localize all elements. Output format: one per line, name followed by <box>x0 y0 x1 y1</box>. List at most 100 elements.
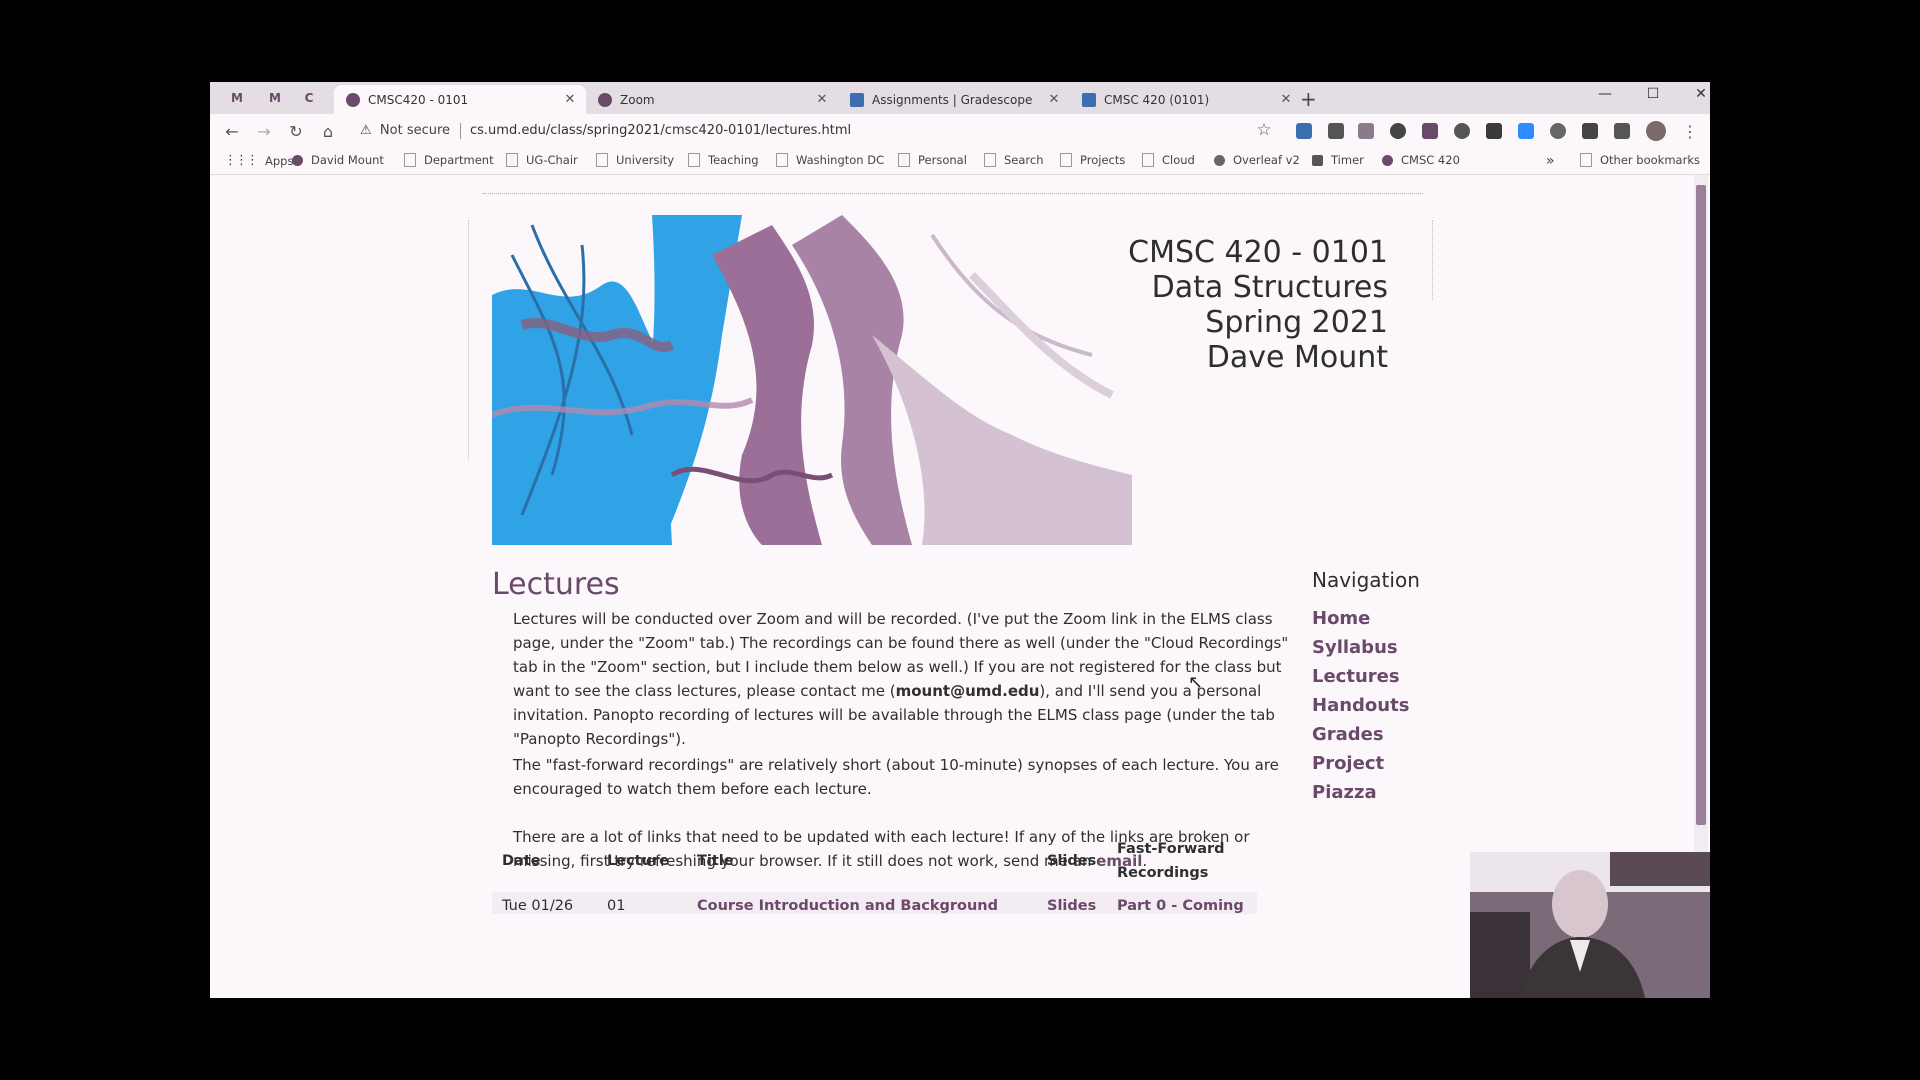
extension-icon[interactable] <box>1550 123 1566 139</box>
reload-icon[interactable]: ↻ <box>286 122 306 141</box>
bookmark-label: Department <box>424 153 494 167</box>
tab-strip: M M C CMSC420 - 0101 ✕ Zoom ✕ Assignment… <box>210 82 1710 114</box>
tab-piazza[interactable]: CMSC 420 (0101) ✕ <box>1070 85 1302 114</box>
menu-kebab-icon[interactable]: ⋮ <box>1680 122 1700 141</box>
email-address: mount@umd.edu <box>895 682 1040 700</box>
bookmark-label: University <box>616 153 675 167</box>
bookmark-ug-chair[interactable]: UG-Chair <box>506 153 578 167</box>
course-code: CMSC 420 - 0101 <box>1128 235 1388 270</box>
overleaf-icon <box>1214 154 1225 166</box>
bookmark-folder-icon <box>404 153 416 167</box>
security-label: Not secure <box>379 123 451 138</box>
back-icon[interactable]: ← <box>222 122 242 141</box>
zoom-extension-icon[interactable] <box>1518 123 1534 139</box>
nav-link-home[interactable]: Home <box>1312 608 1370 629</box>
bookmark-label: Personal <box>918 153 967 167</box>
extension-icon[interactable] <box>1582 123 1598 139</box>
tab-zoom[interactable]: Zoom ✕ <box>586 85 838 114</box>
close-window-icon[interactable]: ✕ <box>1686 86 1710 102</box>
forward-icon[interactable]: → <box>254 122 274 141</box>
close-tab-icon[interactable]: ✕ <box>814 92 830 107</box>
extension-icon[interactable] <box>1486 123 1502 139</box>
bookmark-folder-icon <box>688 153 700 167</box>
extension-icon[interactable] <box>1422 123 1438 139</box>
lecture-title-link[interactable]: Course Introduction and Background <box>687 892 1037 914</box>
apps-grid-icon: ⋮⋮⋮ <box>224 153 259 168</box>
bookmark-washington-dc[interactable]: Washington DC <box>776 153 884 167</box>
bookmark-folder-icon <box>1060 153 1072 167</box>
security-indicator[interactable]: ⚠ Not secure <box>360 123 450 138</box>
fast-forward-link[interactable]: Part 0 - Coming <box>1107 892 1257 914</box>
table-header-row: Date Lecture Title Slides Fast-Forward R… <box>492 830 1257 892</box>
profile-avatar[interactable] <box>1646 121 1666 141</box>
nav-link-lectures[interactable]: Lectures <box>1312 666 1400 687</box>
nav-link-handouts[interactable]: Handouts <box>1312 695 1409 716</box>
globe-icon <box>1382 154 1393 166</box>
bookmark-projects[interactable]: Projects <box>1060 153 1125 167</box>
bookmark-label: Other bookmarks <box>1600 153 1700 167</box>
nav-link-grades[interactable]: Grades <box>1312 724 1384 745</box>
extension-icon[interactable] <box>1296 123 1312 139</box>
close-tab-icon[interactable]: ✕ <box>1278 92 1294 107</box>
course-term: Spring 2021 <box>1205 305 1388 340</box>
bookmark-overleaf[interactable]: Overleaf v2 <box>1214 153 1300 167</box>
banner-ink-art-image <box>492 215 1132 545</box>
bookmark-apps[interactable]: ⋮⋮⋮ Apps <box>224 153 293 168</box>
bookmark-label: CMSC 420 <box>1401 153 1460 167</box>
table-row: Tue 01/26 01 Course Introduction and Bac… <box>492 892 1257 914</box>
calendar-icon: C <box>304 91 314 105</box>
home-icon[interactable]: ⌂ <box>318 122 338 141</box>
extension-icon[interactable] <box>1454 123 1470 139</box>
piazza-icon <box>1082 92 1096 107</box>
gmail-icon: M <box>269 91 281 105</box>
bookmark-label: Search <box>1004 153 1044 167</box>
extension-icon[interactable] <box>1328 123 1344 139</box>
bookmark-cloud[interactable]: Cloud <box>1142 153 1195 167</box>
pinned-tab-gmail-1[interactable]: M <box>226 88 248 108</box>
tab-gradescope[interactable]: Assignments | Gradescope ✕ <box>838 85 1070 114</box>
mouse-cursor-icon: ↖ <box>1188 672 1204 693</box>
extension-icon[interactable] <box>1390 123 1406 139</box>
new-tab-button[interactable]: + <box>1300 87 1317 111</box>
bookmark-department[interactable]: Department <box>404 153 494 167</box>
maximize-icon[interactable]: ☐ <box>1638 86 1668 102</box>
minimize-icon[interactable]: — <box>1590 86 1620 102</box>
bookmark-teaching[interactable]: Teaching <box>688 153 759 167</box>
bookmark-folder-icon <box>1580 153 1592 167</box>
bookmark-label: Apps <box>265 153 294 168</box>
bookmark-search[interactable]: Search <box>984 153 1044 167</box>
column-header-date: Date <box>502 853 541 869</box>
bookmark-university[interactable]: University <box>596 153 674 167</box>
header-divider <box>483 193 1423 194</box>
slides-link[interactable]: Slides <box>1037 892 1107 914</box>
address-separator <box>460 123 461 139</box>
nav-link-project[interactable]: Project <box>1312 753 1384 774</box>
puzzle-icon[interactable] <box>1614 123 1630 139</box>
bookmark-folder-icon <box>984 153 996 167</box>
url-field[interactable]: cs.umd.edu/class/spring2021/cmsc420-0101… <box>470 123 851 138</box>
scrollbar-thumb[interactable] <box>1696 185 1706 825</box>
bookmark-star-icon[interactable]: ☆ <box>1254 120 1274 140</box>
bookmark-cmsc420[interactable]: CMSC 420 <box>1382 153 1460 167</box>
pinned-tab-gmail-2[interactable]: M <box>264 88 286 108</box>
pinned-tab-calendar[interactable]: C <box>298 88 320 108</box>
bookmarks-overflow-chevron-icon[interactable]: » <box>1546 153 1555 169</box>
nav-link-syllabus[interactable]: Syllabus <box>1312 637 1398 658</box>
column-header-slides: Slides <box>1047 853 1097 869</box>
nav-link-piazza[interactable]: Piazza <box>1312 782 1377 803</box>
bookmark-personal[interactable]: Personal <box>898 153 967 167</box>
other-bookmarks[interactable]: Other bookmarks <box>1580 153 1700 167</box>
bookmark-label: Overleaf v2 <box>1233 153 1300 167</box>
extension-icon[interactable] <box>1358 123 1374 139</box>
column-header-fast-forward: Fast-Forward Recordings <box>1117 841 1225 881</box>
bookmark-label: David Mount <box>311 153 384 167</box>
globe-icon <box>598 92 612 107</box>
close-tab-icon[interactable]: ✕ <box>562 92 578 107</box>
course-name: Data Structures <box>1151 270 1388 305</box>
close-tab-icon[interactable]: ✕ <box>1046 92 1062 107</box>
tab-cmsc420[interactable]: CMSC420 - 0101 ✕ <box>334 85 586 114</box>
bookmark-david-mount[interactable]: David Mount <box>292 153 384 167</box>
timer-icon <box>1312 154 1323 166</box>
globe-icon <box>346 92 360 107</box>
bookmark-timer[interactable]: Timer <box>1312 153 1364 167</box>
